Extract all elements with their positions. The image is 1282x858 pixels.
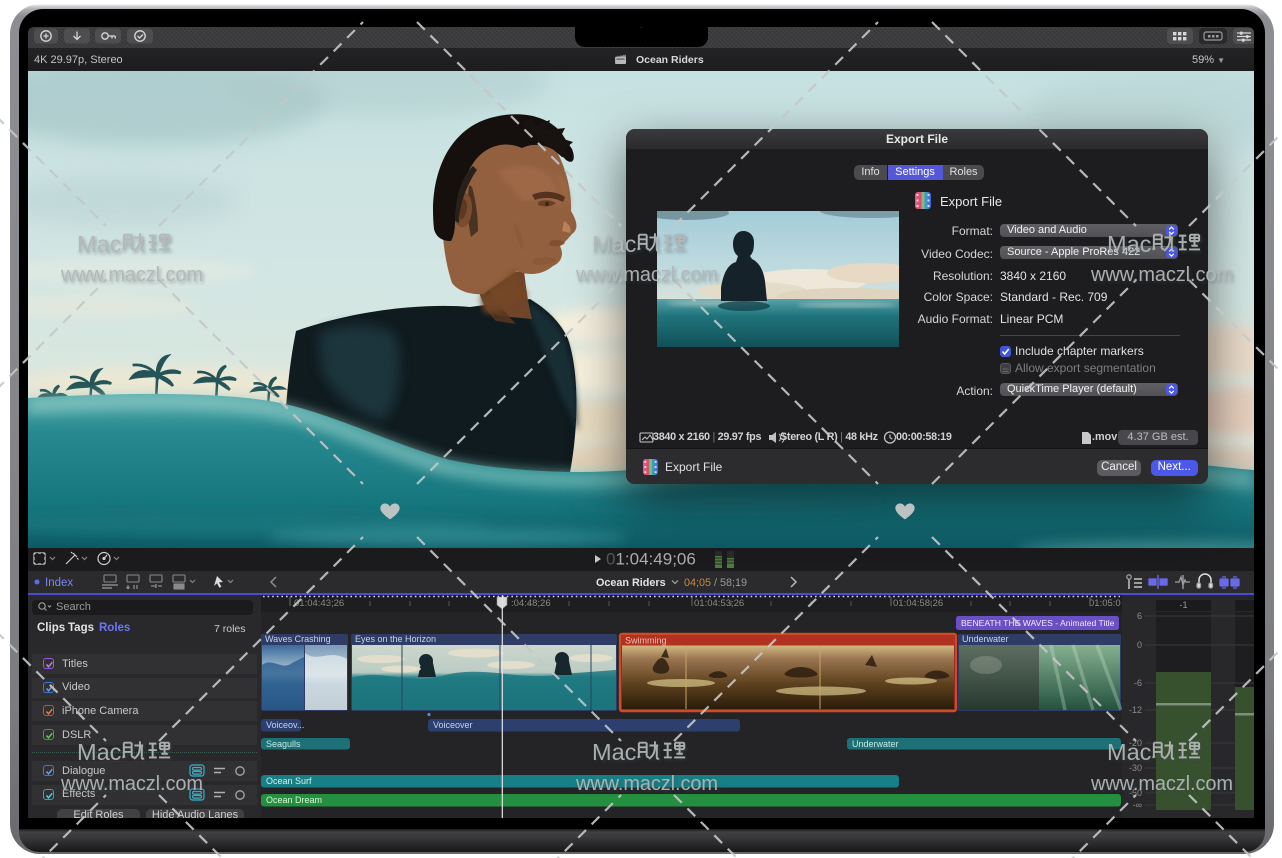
svg-text:0: 0 bbox=[1137, 640, 1142, 650]
svg-text:-6: -6 bbox=[1134, 678, 1142, 688]
svg-text:-30: -30 bbox=[1129, 763, 1142, 773]
svg-text:01:04:49;06: 01:04:49;06 bbox=[606, 550, 696, 569]
svg-text:Eyes on the Horizon: Eyes on the Horizon bbox=[355, 634, 436, 644]
svg-text:Ocean Riders: Ocean Riders bbox=[596, 577, 666, 589]
svg-text:BENEATH THE WAVES - Animated T: BENEATH THE WAVES - Animated Title bbox=[961, 618, 1115, 628]
svg-text:04;05 / 58;19: 04;05 / 58;19 bbox=[684, 577, 747, 589]
svg-text:6: 6 bbox=[1137, 611, 1142, 621]
svg-text::04:48;26: :04:48;26 bbox=[511, 598, 551, 609]
svg-text:Seagulls: Seagulls bbox=[266, 739, 301, 749]
svg-text:-12: -12 bbox=[1129, 705, 1142, 715]
svg-text:Waves Crashing: Waves Crashing bbox=[265, 634, 331, 644]
svg-text:Ocean Surf: Ocean Surf bbox=[266, 776, 312, 786]
svg-text:Index: Index bbox=[45, 577, 73, 589]
svg-text:01:05:0: 01:05:0 bbox=[1089, 598, 1121, 609]
svg-text:Voiceov...: Voiceov... bbox=[266, 720, 304, 730]
svg-text:Voiceover: Voiceover bbox=[433, 720, 473, 730]
svg-text:01:04:43;26: 01:04:43;26 bbox=[294, 598, 344, 609]
svg-text:-50: -50 bbox=[1129, 788, 1142, 798]
svg-text:Ocean Dream: Ocean Dream bbox=[266, 795, 322, 805]
svg-text:Swimming: Swimming bbox=[625, 636, 667, 646]
svg-text:Underwater: Underwater bbox=[852, 739, 899, 749]
svg-text:Underwater: Underwater bbox=[962, 634, 1009, 644]
svg-text:-∞: -∞ bbox=[1133, 800, 1142, 810]
svg-text:-20: -20 bbox=[1129, 738, 1142, 748]
svg-text:01:04:58;26: 01:04:58;26 bbox=[893, 598, 943, 609]
svg-text:01:04:53;26: 01:04:53;26 bbox=[694, 598, 744, 609]
